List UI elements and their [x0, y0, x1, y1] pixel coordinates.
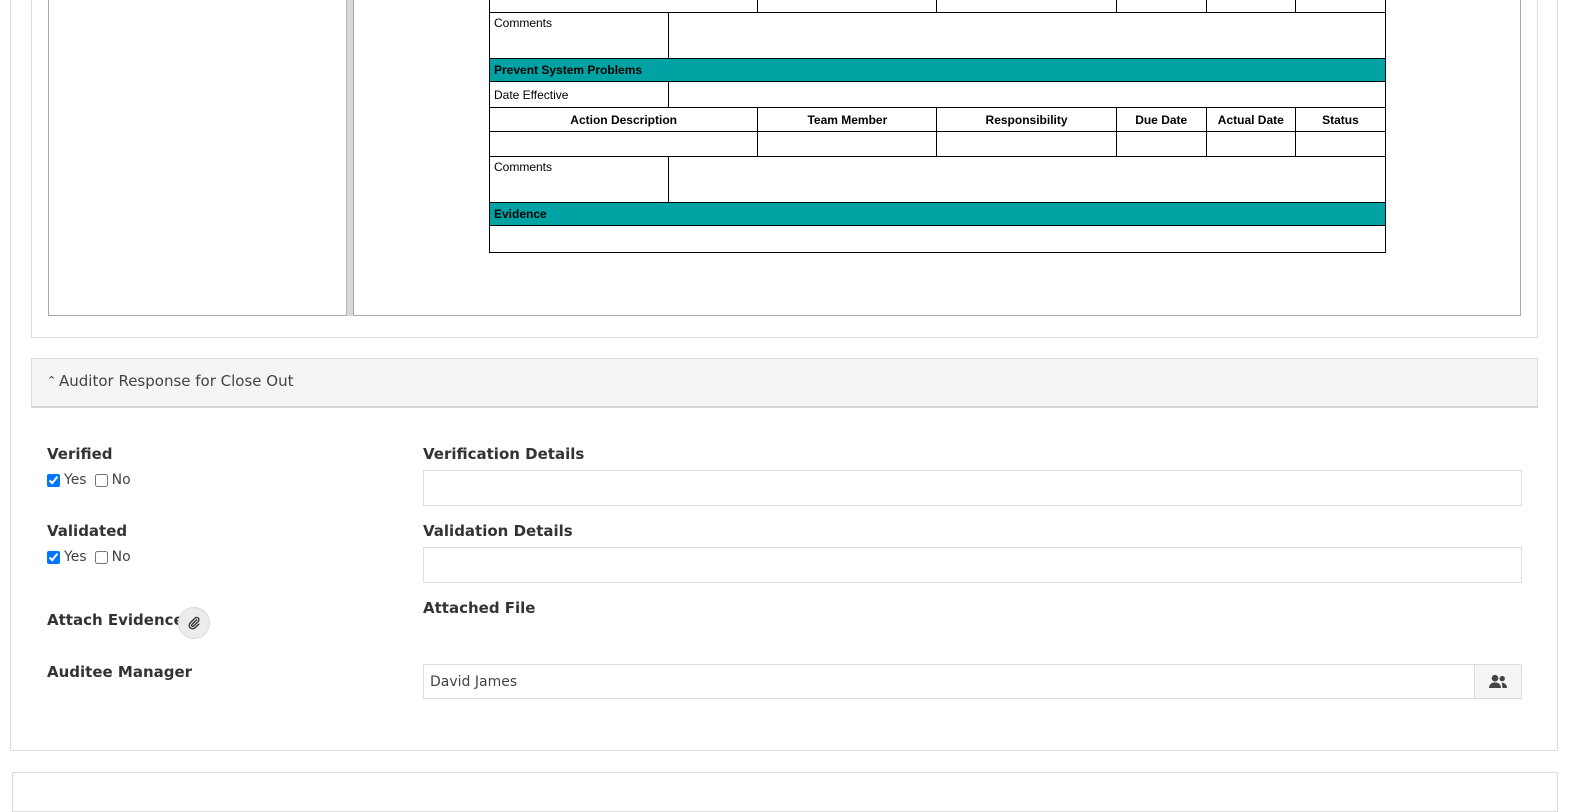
- table-cell: [757, 131, 938, 157]
- table-row: Date Effective: [488, 81, 1386, 108]
- table-cell: [1115, 131, 1207, 157]
- column-header: Responsibility: [936, 107, 1117, 132]
- column-header: Actual Date: [1205, 107, 1296, 132]
- attach-evidence-label: Attach Evidence: [47, 611, 184, 629]
- table-row: [488, 131, 1387, 157]
- table-cell: [936, 131, 1117, 157]
- chevron-up-icon: ⌃: [47, 374, 57, 387]
- table-row: Prevent System Problems: [489, 58, 1386, 82]
- date-effective-label: Date Effective: [488, 81, 670, 108]
- table-row: Comments: [488, 12, 1386, 59]
- prevent-system-problems-header: Prevent System Problems: [489, 58, 1386, 82]
- verified-yes-option[interactable]: Yes: [47, 472, 87, 488]
- attached-file-label: Attached File: [423, 599, 536, 617]
- auditee-manager-label: Auditee Manager: [47, 663, 193, 681]
- table-cell: [936, 0, 1117, 13]
- option-label: Yes: [64, 549, 87, 565]
- column-header: Action Description: [488, 107, 759, 132]
- table-cell: [757, 0, 938, 13]
- evidence-header: Evidence: [489, 202, 1386, 226]
- table-cell: [488, 131, 759, 157]
- table-cell: [1205, 131, 1296, 157]
- column-header: Status: [1294, 107, 1387, 132]
- table-cell: [1115, 0, 1207, 13]
- option-label: No: [111, 472, 131, 488]
- comments-label: Comments: [488, 156, 670, 203]
- table-row: [489, 225, 1386, 253]
- paperclip-icon: [188, 616, 200, 630]
- table-cell: [488, 0, 759, 13]
- table-header-row: Action Description Team Member Responsib…: [488, 107, 1387, 132]
- evidence-cell: [489, 225, 1386, 253]
- comments-cell: [668, 12, 1386, 59]
- attach-evidence-button[interactable]: [178, 607, 210, 639]
- pane-splitter[interactable]: [346, 0, 353, 316]
- option-label: No: [111, 549, 131, 565]
- verification-details-input[interactable]: [423, 470, 1522, 506]
- validated-no-option[interactable]: No: [94, 549, 131, 565]
- date-effective-cell: [668, 81, 1386, 108]
- verified-label: Verified: [47, 445, 113, 463]
- table-cell: [1294, 0, 1387, 13]
- corrective-action-table: Comments Prevent System Problems Date Ef…: [488, 0, 1387, 253]
- document-thumbnail-pane: [48, 0, 347, 316]
- verification-details-label: Verification Details: [423, 445, 585, 463]
- next-section-card: [12, 772, 1558, 812]
- verified-options: Yes No: [47, 472, 139, 488]
- people-icon: [1489, 674, 1507, 688]
- column-header: Team Member: [757, 107, 938, 132]
- validated-yes-option[interactable]: Yes: [47, 549, 87, 565]
- table-row: [488, 0, 1387, 13]
- validation-details-input[interactable]: [423, 547, 1522, 583]
- table-row: Comments: [488, 156, 1386, 203]
- column-header: Due Date: [1115, 107, 1207, 132]
- auditee-manager-field[interactable]: [423, 664, 1475, 699]
- auditor-response-accordion-header[interactable]: ⌃ Auditor Response for Close Out: [31, 358, 1538, 408]
- table-row: Evidence: [489, 202, 1386, 226]
- option-label: Yes: [64, 472, 87, 488]
- verified-yes-checkbox[interactable]: [47, 473, 60, 487]
- select-manager-button[interactable]: [1474, 664, 1522, 699]
- table-cell: [1205, 0, 1296, 13]
- comments-cell: [668, 156, 1386, 203]
- validated-yes-checkbox[interactable]: [47, 550, 60, 564]
- validated-options: Yes No: [47, 549, 139, 565]
- validated-no-checkbox[interactable]: [94, 550, 108, 564]
- verified-no-option[interactable]: No: [94, 472, 131, 488]
- validation-details-label: Validation Details: [423, 522, 573, 540]
- verified-no-checkbox[interactable]: [94, 473, 108, 487]
- section-title: Auditor Response for Close Out: [59, 372, 294, 390]
- validated-label: Validated: [47, 522, 128, 540]
- table-cell: [1294, 131, 1387, 157]
- comments-label: Comments: [488, 12, 670, 59]
